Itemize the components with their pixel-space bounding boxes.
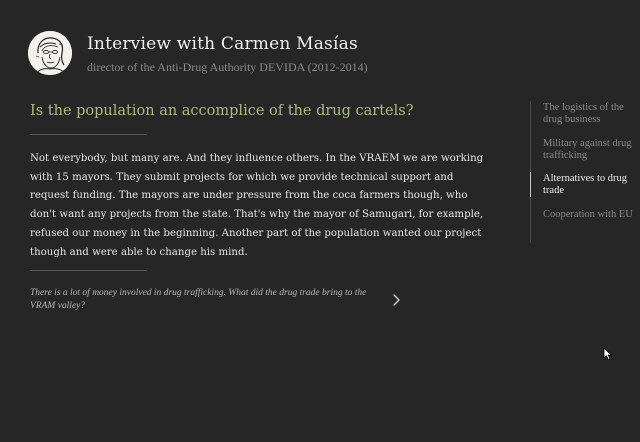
nav-item-logistics[interactable]: The logistics of the drug business — [543, 102, 639, 125]
portrait-sketch-icon — [28, 31, 72, 75]
nav-item-military[interactable]: Military against drug trafficking — [543, 138, 639, 161]
nav-item-alternatives[interactable]: Alternatives to drug trade — [543, 173, 639, 196]
answer-text: Not everybody, but many are. And they in… — [30, 153, 484, 258]
question-divider — [30, 134, 147, 135]
answer-divider — [30, 270, 147, 271]
current-question: Is the population an accomplice of the d… — [30, 103, 414, 119]
next-question-link[interactable]: There is a lot of money involved in drug… — [30, 287, 380, 312]
interviewee-role: director of the Anti-Drug Authority DEVI… — [87, 60, 368, 74]
interview-page: Interview with Carmen Masías director of… — [0, 0, 640, 442]
active-chapter-indicator — [530, 172, 531, 197]
interview-title: Interview with Carmen Masías — [87, 34, 358, 54]
nav-item-cooperation[interactable]: Cooperation with EU — [543, 209, 639, 221]
chevron-right-icon[interactable] — [390, 292, 404, 308]
chapter-navigation: The logistics of the drug business Milit… — [530, 101, 640, 243]
mouse-cursor-icon — [603, 346, 613, 361]
